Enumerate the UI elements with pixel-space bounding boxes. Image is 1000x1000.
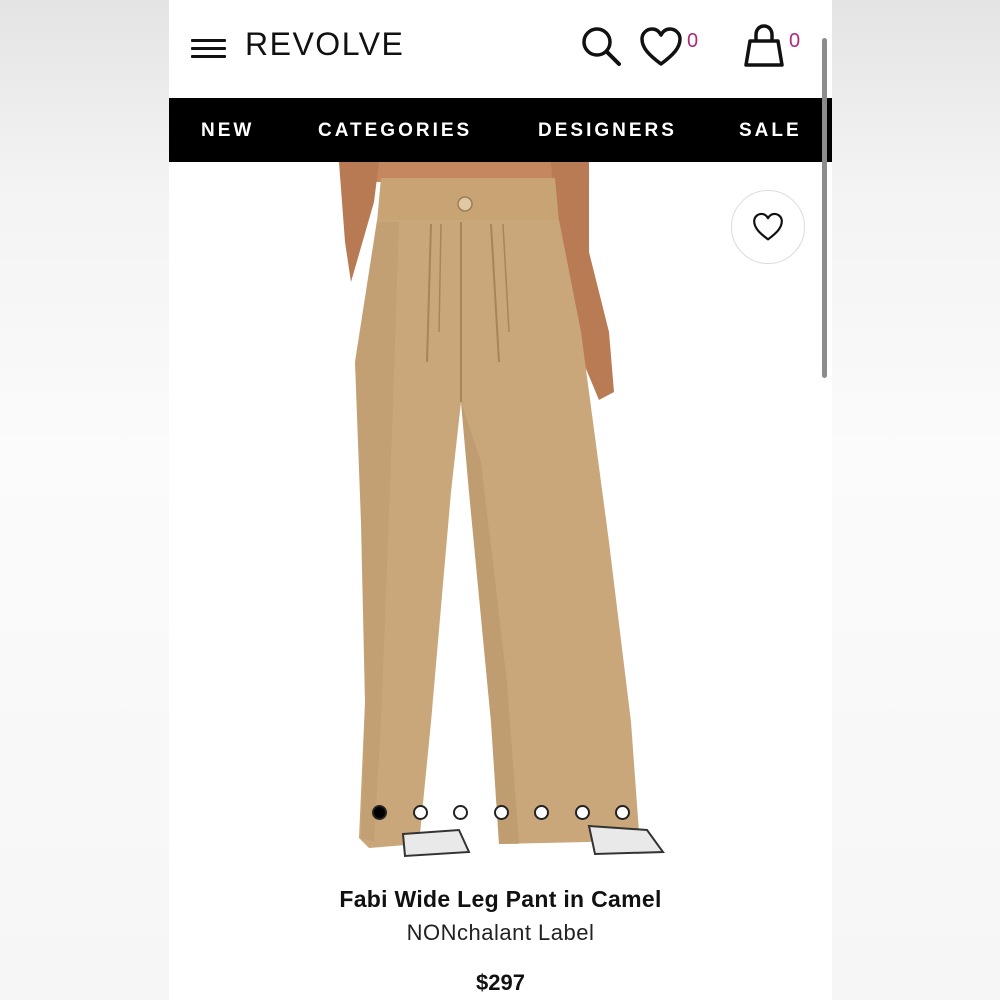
nav-item-categories[interactable]: CATEGORIES — [318, 120, 472, 142]
product-image[interactable] — [169, 162, 832, 862]
shopping-bag-icon[interactable] — [743, 24, 785, 68]
main-nav: NEW CATEGORIES DESIGNERS SALE — [169, 98, 832, 162]
product-photo — [339, 162, 665, 858]
product-price: $297 — [476, 970, 525, 995]
carousel-dot-4[interactable] — [494, 805, 509, 820]
carousel-dot-7[interactable] — [615, 805, 630, 820]
bag-count: 0 — [789, 30, 801, 52]
carousel-dot-2[interactable] — [413, 805, 428, 820]
menu-icon[interactable] — [191, 37, 227, 61]
app-frame: REVOLVE 0 0 NEW CATEGORIES DESIGNERS SAL… — [169, 0, 832, 1000]
wishlist-heart-icon[interactable] — [639, 27, 683, 67]
product-brand[interactable]: NONchalant Label — [169, 920, 832, 946]
search-icon[interactable] — [579, 24, 623, 68]
carousel-dot-1[interactable] — [372, 805, 387, 820]
nav-item-sale[interactable]: SALE — [739, 120, 802, 142]
carousel-dot-5[interactable] — [534, 805, 549, 820]
site-header: REVOLVE 0 0 — [169, 0, 832, 98]
add-to-wishlist-button[interactable] — [731, 190, 805, 264]
heart-icon — [753, 212, 783, 241]
carousel-dot-6[interactable] — [575, 805, 590, 820]
right-backdrop — [832, 0, 1000, 1000]
left-backdrop — [0, 0, 169, 1000]
site-logo[interactable]: REVOLVE — [245, 26, 404, 63]
wishlist-count: 0 — [687, 30, 699, 52]
carousel-dot-3[interactable] — [453, 805, 468, 820]
product-title: Fabi Wide Leg Pant in Camel — [339, 886, 662, 912]
image-carousel-dots — [169, 805, 832, 825]
nav-item-designers[interactable]: DESIGNERS — [538, 120, 677, 142]
nav-item-new[interactable]: NEW — [201, 120, 254, 142]
scrollbar[interactable] — [822, 38, 827, 378]
